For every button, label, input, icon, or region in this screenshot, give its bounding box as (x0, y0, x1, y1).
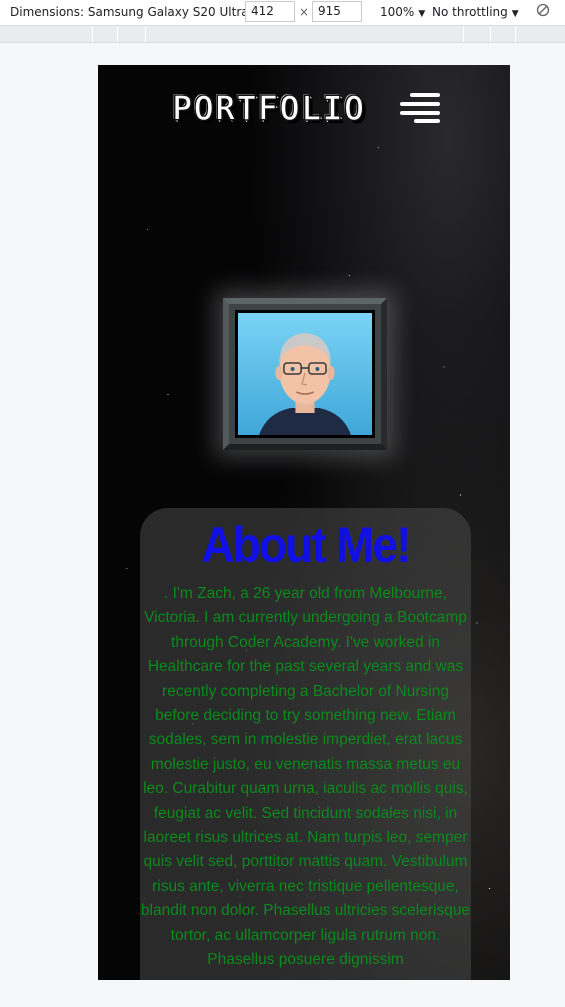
caret-down-icon: ▼ (418, 9, 426, 19)
about-title: About Me! (201, 517, 411, 573)
device-toolbar: Dimensions: Samsung Galaxy S20 Ultra▼ 41… (0, 0, 565, 26)
zoom-label: 100% (380, 5, 415, 19)
device-select[interactable]: Dimensions: Samsung Galaxy S20 Ultra▼ (10, 5, 260, 19)
throttle-select[interactable]: No throttling ▼ (432, 5, 519, 19)
hamburger-menu-icon[interactable] (398, 93, 440, 123)
site-header: PORTFOLIO (98, 88, 510, 130)
about-text: . I'm Zach, a 26 year old from Melbourne… (140, 585, 471, 969)
portrait-image (238, 313, 372, 435)
about-card: About Me! . I'm Zach, a 26 year old from… (140, 508, 471, 980)
width-input[interactable]: 412 (245, 1, 295, 22)
media-query-ruler (0, 26, 565, 43)
portrait-frame (223, 298, 387, 450)
caret-down-icon: ▼ (511, 9, 519, 19)
device-label: Dimensions: Samsung Galaxy S20 Ultra (10, 5, 249, 19)
times-sign: × (299, 5, 310, 19)
device-viewport: PORTFOLIO About Me! . I'm Zach, a 26 yea… (98, 65, 510, 980)
height-input[interactable]: 915 (312, 1, 362, 22)
rotate-icon[interactable] (536, 3, 550, 17)
zoom-select[interactable]: 100% ▼ (380, 5, 425, 19)
throttle-label: No throttling (432, 5, 508, 19)
site-logo[interactable]: PORTFOLIO (171, 88, 365, 130)
